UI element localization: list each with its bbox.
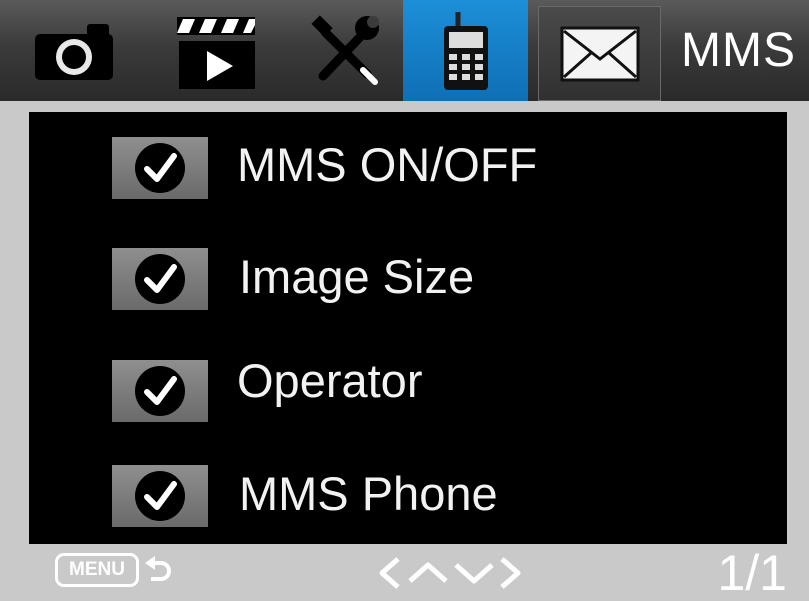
menu-item-mms-phone[interactable]: MMS Phone <box>29 465 787 535</box>
page-indicator: 1/1 <box>717 545 787 601</box>
menu-panel: MMS ON/OFF Image Size Operator MMS Phone <box>29 112 787 544</box>
tab-camera[interactable] <box>18 0 130 101</box>
chevron-right-icon[interactable] <box>500 557 521 589</box>
chevron-up-icon[interactable] <box>408 562 448 583</box>
check-icon <box>135 471 185 521</box>
checkbox[interactable] <box>112 465 208 527</box>
menu-item-label: Image Size <box>239 250 475 303</box>
check-icon <box>135 254 185 304</box>
menu-item-image-size[interactable]: Image Size <box>29 248 787 318</box>
menu-back-button[interactable]: MENU <box>55 553 173 587</box>
menu-item-operator[interactable]: Operator <box>29 354 787 430</box>
check-icon <box>135 143 185 193</box>
menu-item-label: MMS Phone <box>239 467 498 520</box>
video-clapper-icon <box>177 16 255 89</box>
camera-icon <box>35 23 113 80</box>
menu-item-label: MMS ON/OFF <box>237 138 538 191</box>
mail-icon <box>560 26 639 81</box>
tab-setup[interactable] <box>295 0 395 101</box>
footer-bar: MENU 1/1 <box>0 545 809 601</box>
menu-badge: MENU <box>55 553 139 587</box>
check-icon <box>135 366 185 416</box>
tab-bar: MMS <box>0 0 809 101</box>
tab-mail[interactable] <box>538 6 661 101</box>
menu-item-mms-on-off[interactable]: MMS ON/OFF <box>29 137 787 207</box>
checkbox[interactable] <box>112 137 208 199</box>
tools-icon <box>311 14 379 85</box>
navigation-arrows <box>374 553 524 598</box>
return-arrow-icon <box>145 556 171 581</box>
chevron-left-icon[interactable] <box>379 557 400 589</box>
chevron-down-icon[interactable] <box>454 563 494 584</box>
page-title: MMS <box>681 24 796 77</box>
checkbox[interactable] <box>112 360 208 422</box>
tab-video[interactable] <box>160 0 272 101</box>
mms-settings-screen: MMS MMS ON/OFF Image Size Operator MMS P… <box>0 0 809 601</box>
cellular-network-icon <box>443 11 488 90</box>
checkbox[interactable] <box>112 248 208 310</box>
tab-network[interactable] <box>403 0 528 101</box>
menu-item-label: Operator <box>237 354 423 407</box>
